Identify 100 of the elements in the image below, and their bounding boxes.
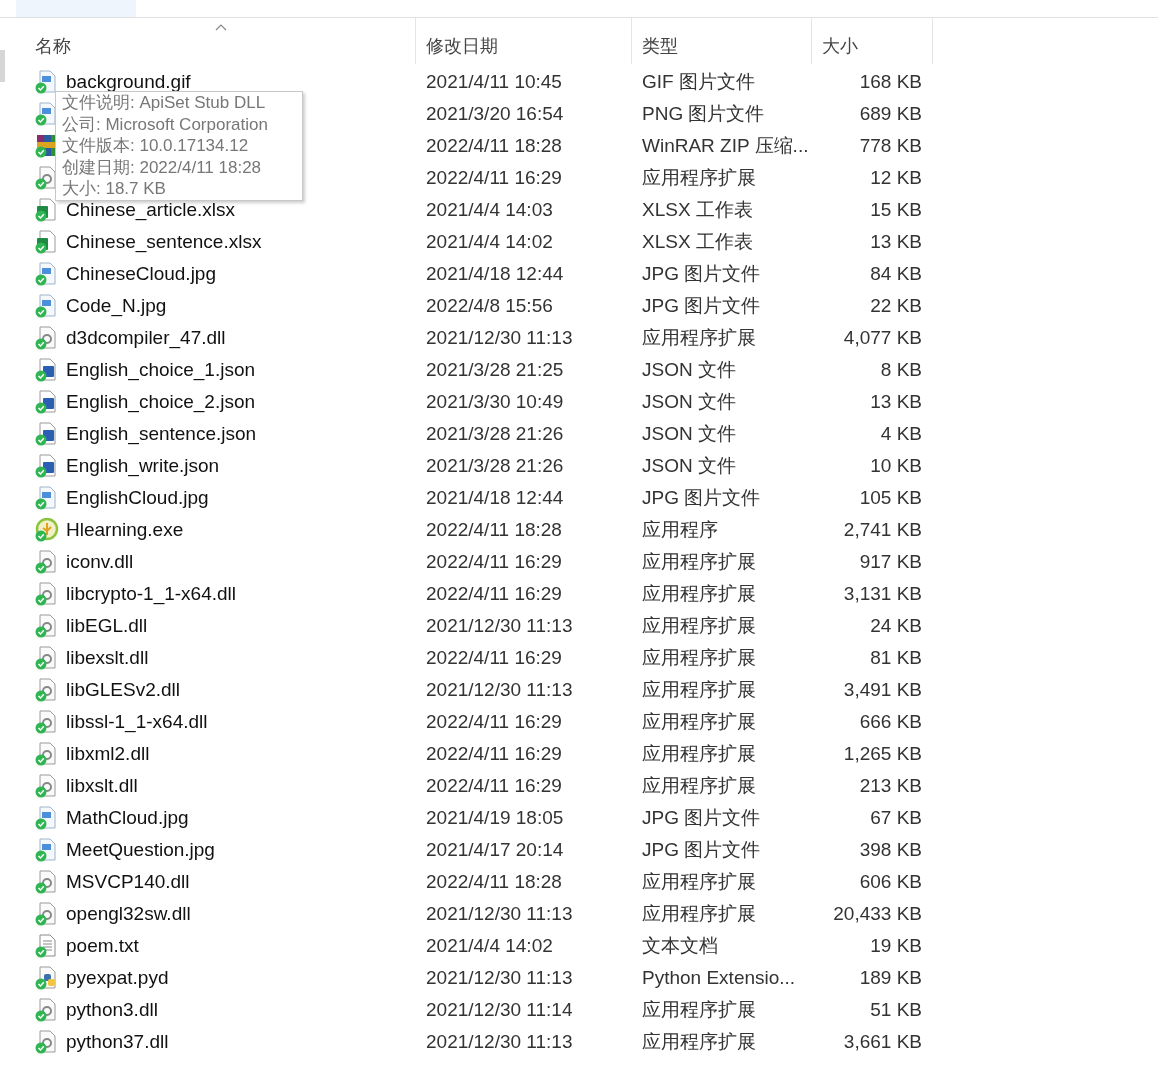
file-size: 15 KB xyxy=(869,199,922,221)
file-size: 13 KB xyxy=(869,391,922,413)
modified-date: 2021/3/28 21:26 xyxy=(425,455,565,477)
file-size: 168 KB xyxy=(858,71,922,93)
file-name[interactable]: Hlearning.exe xyxy=(66,519,184,541)
file-size: 81 KB xyxy=(869,647,922,669)
file-name[interactable]: libxml2.dll xyxy=(66,743,150,765)
gear-file-icon xyxy=(35,742,59,766)
file-name[interactable]: ChineseCloud.jpg xyxy=(66,263,216,285)
file-type: 应用程序扩展 xyxy=(641,326,757,350)
modified-date: 2022/4/11 16:29 xyxy=(425,775,563,797)
column-header[interactable]: 类型 xyxy=(632,18,812,64)
file-size: 10 KB xyxy=(869,455,922,477)
file-name[interactable]: background.gif xyxy=(66,71,191,93)
file-size: 84 KB xyxy=(869,263,922,285)
column-header[interactable]: 修改日期 xyxy=(416,18,632,64)
modified-date: 2021/4/4 14:03 xyxy=(425,199,554,221)
modified-date: 2021/4/4 14:02 xyxy=(425,231,554,253)
file-size: 606 KB xyxy=(858,871,922,893)
gear-file-icon xyxy=(35,614,59,638)
file-size: 4,077 KB xyxy=(842,327,922,349)
file-size: 189 KB xyxy=(858,967,922,989)
python-file-icon xyxy=(35,966,59,990)
file-name[interactable]: English_write.json xyxy=(66,455,220,477)
file-name[interactable]: python37.dll xyxy=(66,1031,169,1053)
document-icon xyxy=(35,422,59,446)
file-type: XLSX 工作表 xyxy=(641,230,754,254)
file-size: 22 KB xyxy=(869,295,922,317)
image-file-icon xyxy=(35,262,59,286)
file-name[interactable]: MathCloud.jpg xyxy=(66,807,189,829)
modified-date: 2022/4/11 18:28 xyxy=(425,135,563,157)
file-size: 24 KB xyxy=(869,615,922,637)
file-name[interactable]: Chinese_sentence.xlsx xyxy=(66,231,262,253)
file-name[interactable]: d3dcompiler_47.dll xyxy=(66,327,226,349)
gear-file-icon xyxy=(35,870,59,894)
file-name[interactable]: pyexpat.pyd xyxy=(66,967,169,989)
file-size: 13 KB xyxy=(869,231,922,253)
file-size: 105 KB xyxy=(858,487,922,509)
file-name[interactable]: libxslt.dll xyxy=(66,775,138,797)
column-header[interactable]: 名称 xyxy=(5,18,416,64)
file-name[interactable]: MeetQuestion.jpg xyxy=(66,839,215,861)
file-type: 应用程序扩展 xyxy=(641,742,757,766)
gear-file-icon xyxy=(35,998,59,1022)
column-header[interactable]: 大小 xyxy=(812,18,933,64)
tooltip-line: 文件说明: ApiSet Stub DLL xyxy=(62,92,267,114)
modified-date: 2021/3/30 10:49 xyxy=(425,391,565,413)
image-file-icon xyxy=(35,838,59,862)
file-name[interactable]: poem.txt xyxy=(66,935,139,957)
file-name[interactable]: libEGL.dll xyxy=(66,615,148,637)
document-icon xyxy=(35,358,59,382)
text-file-icon xyxy=(35,934,59,958)
modified-date: 2021/3/20 16:54 xyxy=(425,103,565,125)
file-type: GIF 图片文件 xyxy=(641,70,756,94)
file-name[interactable]: English_sentence.json xyxy=(66,423,257,445)
gear-file-icon xyxy=(35,582,59,606)
gear-file-icon xyxy=(35,326,59,350)
spreadsheet-icon xyxy=(35,198,59,222)
address-bar[interactable] xyxy=(0,0,1158,18)
file-type: PNG 图片文件 xyxy=(641,102,766,126)
scroll-thumb[interactable] xyxy=(0,50,5,82)
file-type: 应用程序扩展 xyxy=(641,870,757,894)
app-icon xyxy=(35,518,59,542)
file-type: 应用程序扩展 xyxy=(641,774,757,798)
file-type: JSON 文件 xyxy=(641,358,737,382)
image-file-icon xyxy=(35,806,59,830)
gear-file-icon xyxy=(35,1030,59,1054)
file-size: 778 KB xyxy=(858,135,922,157)
file-name[interactable]: English_choice_1.json xyxy=(66,359,256,381)
file-size: 20,433 KB xyxy=(832,903,922,925)
file-type: JSON 文件 xyxy=(641,454,737,478)
file-size: 19 KB xyxy=(869,935,922,957)
file-name[interactable]: python3.dll xyxy=(66,999,158,1021)
file-size: 2,741 KB xyxy=(842,519,922,541)
modified-date: 2021/12/30 11:14 xyxy=(425,999,574,1021)
file-name[interactable]: iconv.dll xyxy=(66,551,134,573)
tooltip-line: 公司: Microsoft Corporation xyxy=(62,113,269,135)
file-name[interactable]: Chinese_article.xlsx xyxy=(66,199,235,221)
file-size: 1,265 KB xyxy=(842,743,922,765)
file-size: 12 KB xyxy=(869,167,922,189)
file-type: Python Extensio... xyxy=(641,967,797,989)
file-name[interactable]: opengl32sw.dll xyxy=(66,903,191,925)
file-name[interactable]: libcrypto-1_1-x64.dll xyxy=(66,583,237,605)
file-name[interactable]: English_choice_2.json xyxy=(66,391,256,413)
file-type: JPG 图片文件 xyxy=(641,486,762,510)
document-icon xyxy=(35,390,59,414)
modified-date: 2021/3/28 21:25 xyxy=(425,359,565,381)
file-name[interactable]: Code_N.jpg xyxy=(66,295,167,317)
tooltip-line: 创建日期: 2022/4/11 18:28 xyxy=(62,156,263,178)
file-type: JSON 文件 xyxy=(641,422,737,446)
file-name[interactable]: EnglishCloud.jpg xyxy=(66,487,209,509)
modified-date: 2021/4/17 20:14 xyxy=(425,839,565,861)
file-size: 67 KB xyxy=(869,807,922,829)
file-size: 689 KB xyxy=(858,103,922,125)
file-name[interactable]: libexslt.dll xyxy=(66,647,149,669)
tooltip-line: 大小: 18.7 KB xyxy=(62,178,167,200)
file-size: 398 KB xyxy=(858,839,922,861)
file-name[interactable]: MSVCP140.dll xyxy=(66,871,190,893)
file-name[interactable]: libssl-1_1-x64.dll xyxy=(66,711,208,733)
file-name[interactable]: libGLESv2.dll xyxy=(66,679,181,701)
modified-date: 2021/12/30 11:13 xyxy=(425,615,574,637)
